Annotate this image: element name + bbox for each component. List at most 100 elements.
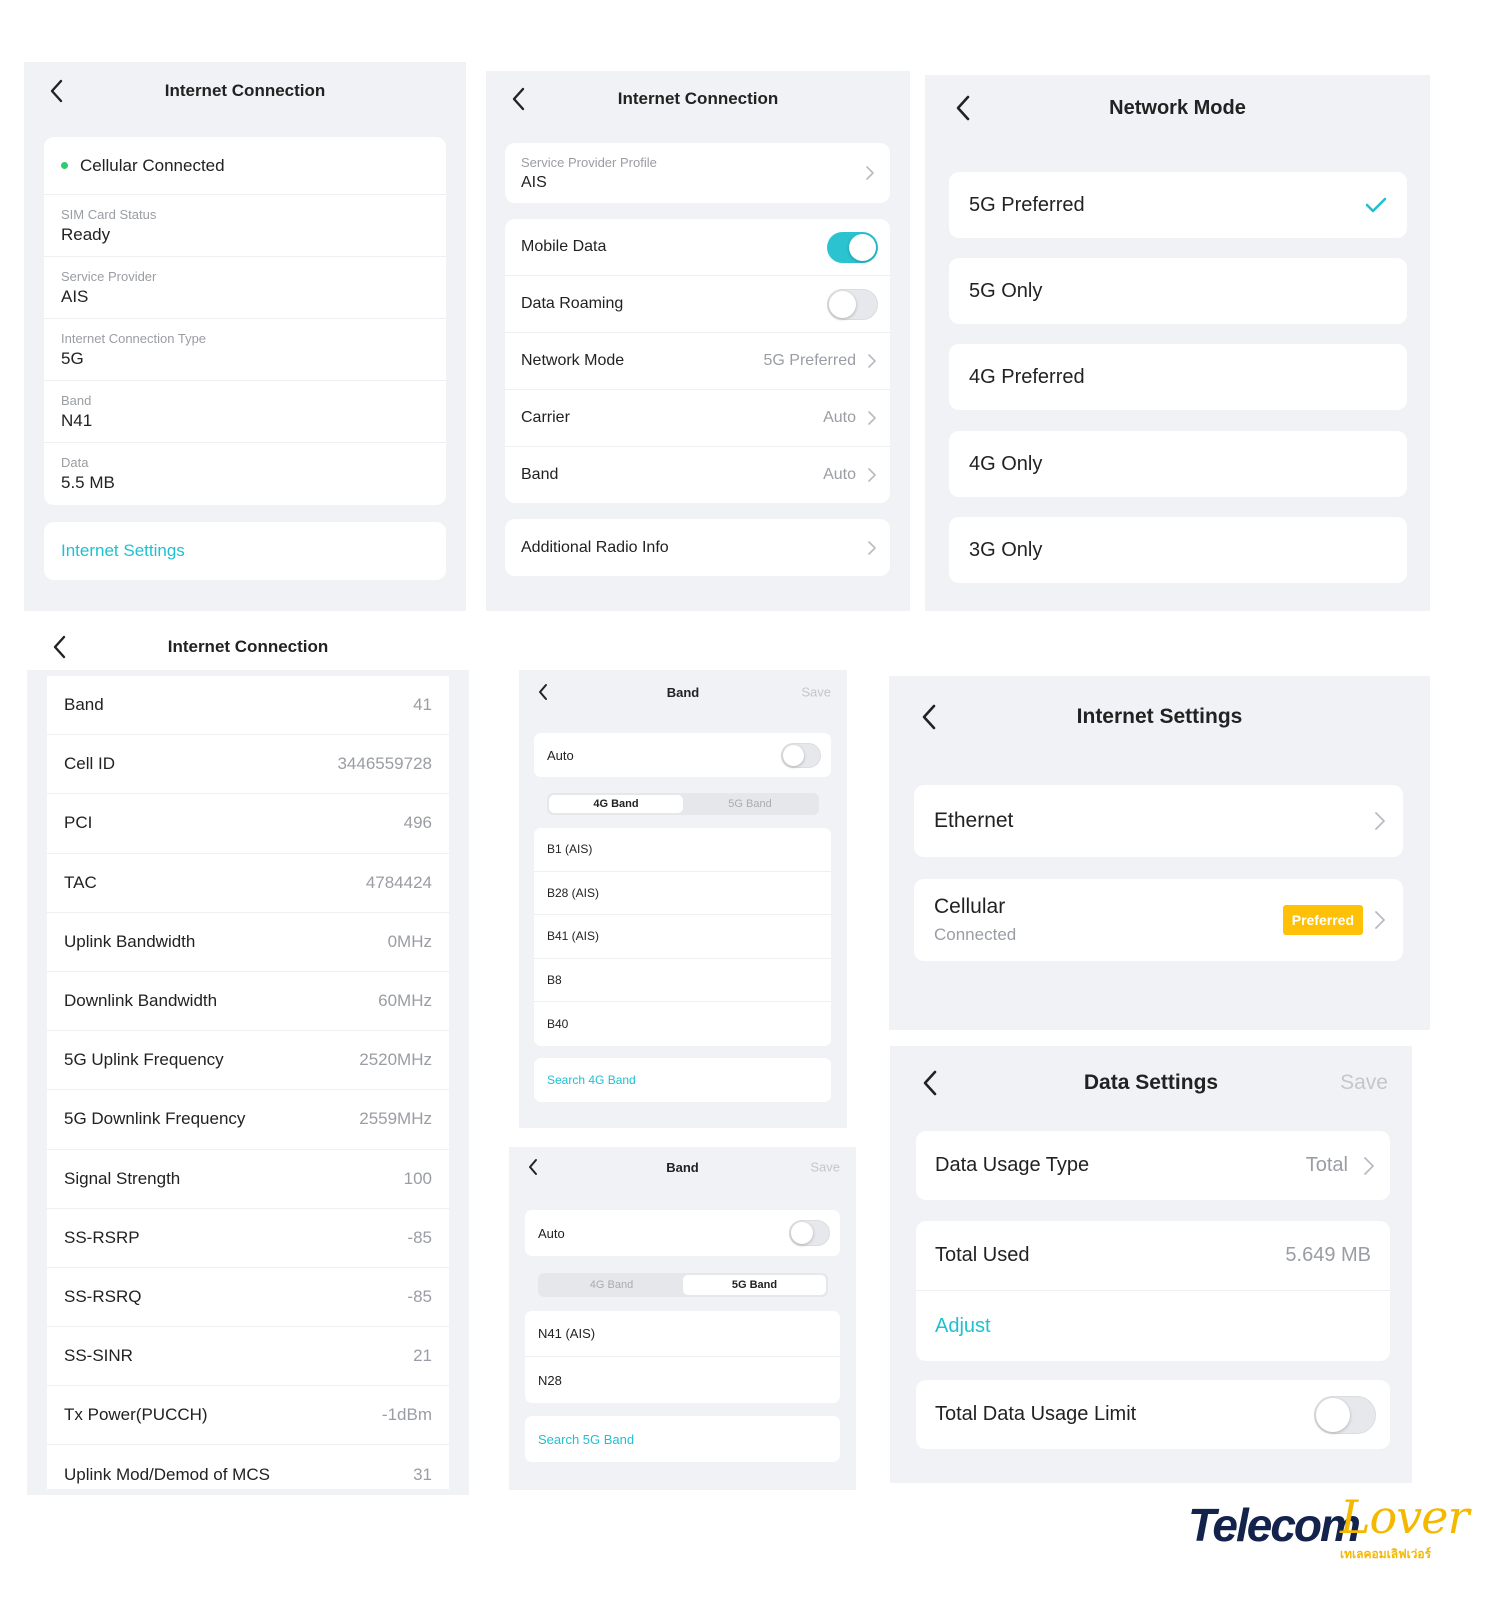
- network-mode-option[interactable]: 4G Only: [949, 431, 1407, 497]
- band-row[interactable]: Band Auto: [505, 447, 890, 503]
- chevron-right-icon: [868, 540, 876, 555]
- field-value: 5.5 MB: [61, 473, 115, 492]
- row-value: -1dBm: [381, 1405, 432, 1425]
- row-value: 60MHz: [378, 991, 432, 1011]
- back-chevron-icon[interactable]: [525, 1156, 541, 1178]
- internet-settings-link[interactable]: Internet Settings: [61, 541, 185, 561]
- radio-info-row: TAC 4784424: [47, 854, 449, 913]
- tab-4g-band[interactable]: 4G Band: [549, 795, 683, 813]
- chevron-right-icon: [868, 354, 876, 368]
- row-label: Band: [64, 695, 104, 715]
- auto-toggle[interactable]: [789, 1220, 830, 1246]
- data-usage-type-row[interactable]: Data Usage Type Total: [916, 1131, 1390, 1200]
- info-row-data: Data 5.5 MB: [44, 443, 446, 505]
- back-chevron-icon[interactable]: [49, 633, 69, 661]
- save-button[interactable]: Save: [1340, 1071, 1388, 1095]
- network-mode-option[interactable]: 5G Preferred: [949, 172, 1407, 238]
- back-chevron-icon[interactable]: [535, 681, 551, 703]
- field-value: AIS: [61, 286, 89, 306]
- ethernet-row[interactable]: Ethernet: [914, 785, 1403, 857]
- radio-info-row: PCI 496: [47, 794, 449, 854]
- additional-radio-info-row[interactable]: Additional Radio Info: [505, 519, 890, 576]
- cellular-label: Cellular: [934, 895, 1006, 918]
- profile-value: AIS: [521, 173, 547, 191]
- band-label: N28: [538, 1372, 562, 1388]
- band-list: B1 (AIS) B28 (AIS) B41 (AIS) B8 B40: [534, 828, 831, 1046]
- row-label: SS-RSRP: [64, 1227, 140, 1247]
- page-title: Internet Connection: [617, 89, 779, 108]
- logo-text-lover: Lover: [1340, 1490, 1469, 1544]
- row-value: 5G Preferred: [763, 352, 856, 369]
- provider-profile-row[interactable]: Service Provider Profile AIS: [505, 143, 890, 203]
- network-mode-option[interactable]: 5G Only: [949, 258, 1407, 324]
- back-chevron-icon[interactable]: [917, 702, 939, 732]
- tab-5g-band[interactable]: 5G Band: [683, 795, 817, 813]
- panel-data-settings: Data Settings Save Data Usage Type Total…: [890, 1046, 1412, 1483]
- info-row-provider: Service Provider AIS: [44, 257, 446, 319]
- tab-5g-band[interactable]: 5G Band: [683, 1275, 826, 1295]
- panel-band-4g: Band Save Auto 4G Band 5G Band B1 (AIS) B…: [519, 670, 847, 1128]
- band-item[interactable]: N41 (AIS): [525, 1311, 840, 1357]
- adjust-link[interactable]: Adjust: [935, 1315, 991, 1338]
- band-type-segmented-control: 4G Band 5G Band: [538, 1273, 828, 1297]
- row-value: -85: [407, 1286, 432, 1306]
- panel-band-5g: Band Save Auto 4G Band 5G Band N41 (AIS)…: [509, 1147, 856, 1490]
- band-item[interactable]: B40: [534, 1002, 831, 1046]
- band-item[interactable]: N28: [525, 1357, 840, 1403]
- network-mode-option[interactable]: 3G Only: [949, 517, 1407, 583]
- row-value: 4784424: [365, 872, 432, 892]
- save-button[interactable]: Save: [810, 1160, 840, 1175]
- data-roaming-row: Data Roaming: [505, 276, 890, 333]
- network-mode-option[interactable]: 4G Preferred: [949, 344, 1407, 410]
- back-chevron-icon[interactable]: [951, 93, 973, 123]
- row-value: 2559MHz: [359, 1109, 432, 1129]
- total-used-card: Total Used 5.649 MB Adjust: [916, 1221, 1390, 1361]
- carrier-row[interactable]: Carrier Auto: [505, 390, 890, 447]
- status-row: Cellular Connected: [44, 137, 446, 195]
- radio-info-row: Tx Power(PUCCH) -1dBm: [47, 1386, 449, 1446]
- radio-info-row: Uplink Mod/Demod of MCS 31: [47, 1445, 449, 1489]
- search-4g-band-row[interactable]: Search 4G Band: [534, 1058, 831, 1102]
- band-item[interactable]: B41 (AIS): [534, 915, 831, 959]
- radio-info-row: SS-RSRQ -85: [47, 1268, 449, 1328]
- adjust-row[interactable]: Adjust: [916, 1291, 1390, 1361]
- connection-info-card: Cellular Connected SIM Card Status Ready…: [44, 137, 446, 505]
- band-item[interactable]: B8: [534, 959, 831, 1003]
- search-5g-band-link[interactable]: Search 5G Band: [538, 1432, 634, 1447]
- row-value: 2520MHz: [359, 1050, 432, 1070]
- back-chevron-icon[interactable]: [918, 1068, 940, 1098]
- auto-toggle[interactable]: [781, 742, 821, 768]
- row-label: Tx Power(PUCCH): [64, 1405, 208, 1425]
- search-5g-band-row[interactable]: Search 5G Band: [525, 1416, 840, 1462]
- mobile-data-toggle[interactable]: [827, 231, 878, 263]
- search-4g-band-link[interactable]: Search 4G Band: [547, 1073, 636, 1087]
- band-label: B40: [547, 1017, 569, 1032]
- band-item[interactable]: B1 (AIS): [534, 828, 831, 872]
- row-label: PCI: [64, 813, 93, 833]
- option-label: 4G Preferred: [969, 365, 1085, 388]
- row-value: 496: [403, 813, 432, 833]
- row-label: Data Roaming: [521, 295, 624, 312]
- back-chevron-icon[interactable]: [508, 85, 528, 113]
- tab-4g-band[interactable]: 4G Band: [540, 1275, 683, 1295]
- row-label: TAC: [64, 872, 97, 892]
- radio-info-row: Uplink Bandwidth 0MHz: [47, 913, 449, 972]
- internet-settings-link-card[interactable]: Internet Settings: [44, 522, 446, 580]
- status-text: Cellular Connected: [80, 155, 225, 175]
- save-button[interactable]: Save: [801, 685, 831, 700]
- page-title: Band: [666, 1159, 699, 1175]
- band-item[interactable]: B28 (AIS): [534, 872, 831, 916]
- cellular-row[interactable]: Cellular Connected Preferred: [914, 879, 1403, 961]
- data-roaming-toggle[interactable]: [827, 288, 878, 320]
- auto-row: Auto: [534, 733, 831, 777]
- network-mode-row[interactable]: Network Mode 5G Preferred: [505, 333, 890, 390]
- ethernet-label: Ethernet: [934, 809, 1014, 832]
- band-label: B8: [547, 973, 562, 988]
- logo-subtitle: เทเลคอมเลิฟเว่อร์: [1340, 1547, 1432, 1561]
- band-type-segmented-control: 4G Band 5G Band: [547, 793, 819, 815]
- cellular-status: Connected: [934, 925, 1017, 944]
- data-usage-limit-toggle[interactable]: [1314, 1395, 1376, 1434]
- row-value: 0MHz: [387, 931, 432, 951]
- page-title: Network Mode: [1109, 96, 1246, 119]
- back-chevron-icon[interactable]: [46, 77, 66, 105]
